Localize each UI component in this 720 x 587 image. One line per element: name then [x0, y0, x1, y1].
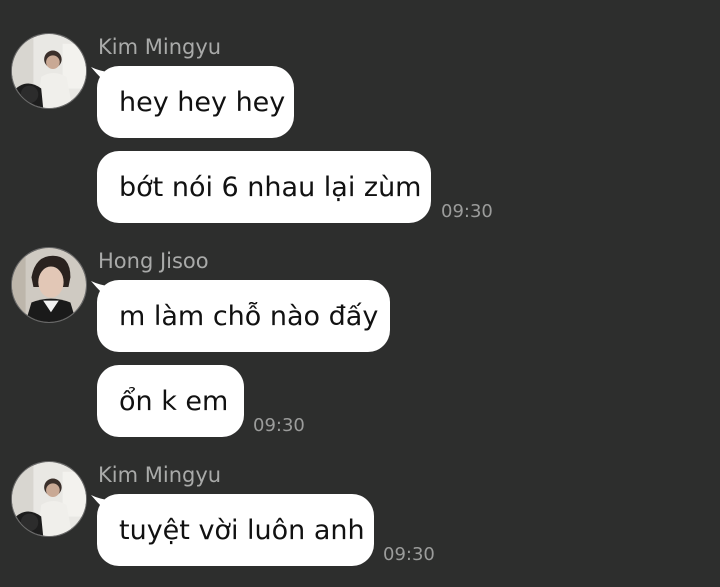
avatar[interactable] — [11, 461, 87, 537]
sender-name: Kim Mingyu — [98, 35, 222, 59]
avatar-kim-mingyu-image — [12, 462, 86, 536]
sender-name: Hong Jisoo — [98, 249, 209, 273]
chat-view: Kim Mingyu hey hey hey bớt nói 6 nhau lạ… — [0, 0, 720, 587]
message-text: hey hey hey — [119, 86, 286, 118]
message-time: 09:30 — [253, 415, 305, 436]
sender-name: Kim Mingyu — [98, 463, 222, 487]
message-bubble[interactable]: m làm chỗ nào đấy — [97, 280, 390, 352]
avatar-hong-jisoo-image — [12, 248, 86, 322]
message-time: 09:30 — [441, 201, 493, 222]
message-bubble[interactable]: ổn k em — [97, 365, 244, 437]
message-time: 09:30 — [383, 544, 435, 565]
message-bubble[interactable]: bớt nói 6 nhau lại zùm — [97, 151, 431, 223]
message-text: bớt nói 6 nhau lại zùm — [119, 171, 422, 203]
message-text: tuyệt vời luôn anh — [119, 514, 365, 546]
avatar[interactable] — [11, 33, 87, 109]
message-bubble[interactable]: tuyệt vời luôn anh — [97, 494, 374, 566]
avatar-kim-mingyu-image — [12, 34, 86, 108]
avatar[interactable] — [11, 247, 87, 323]
message-text: m làm chỗ nào đấy — [119, 300, 379, 332]
message-bubble[interactable]: hey hey hey — [97, 66, 294, 138]
message-text: ổn k em — [119, 385, 229, 417]
